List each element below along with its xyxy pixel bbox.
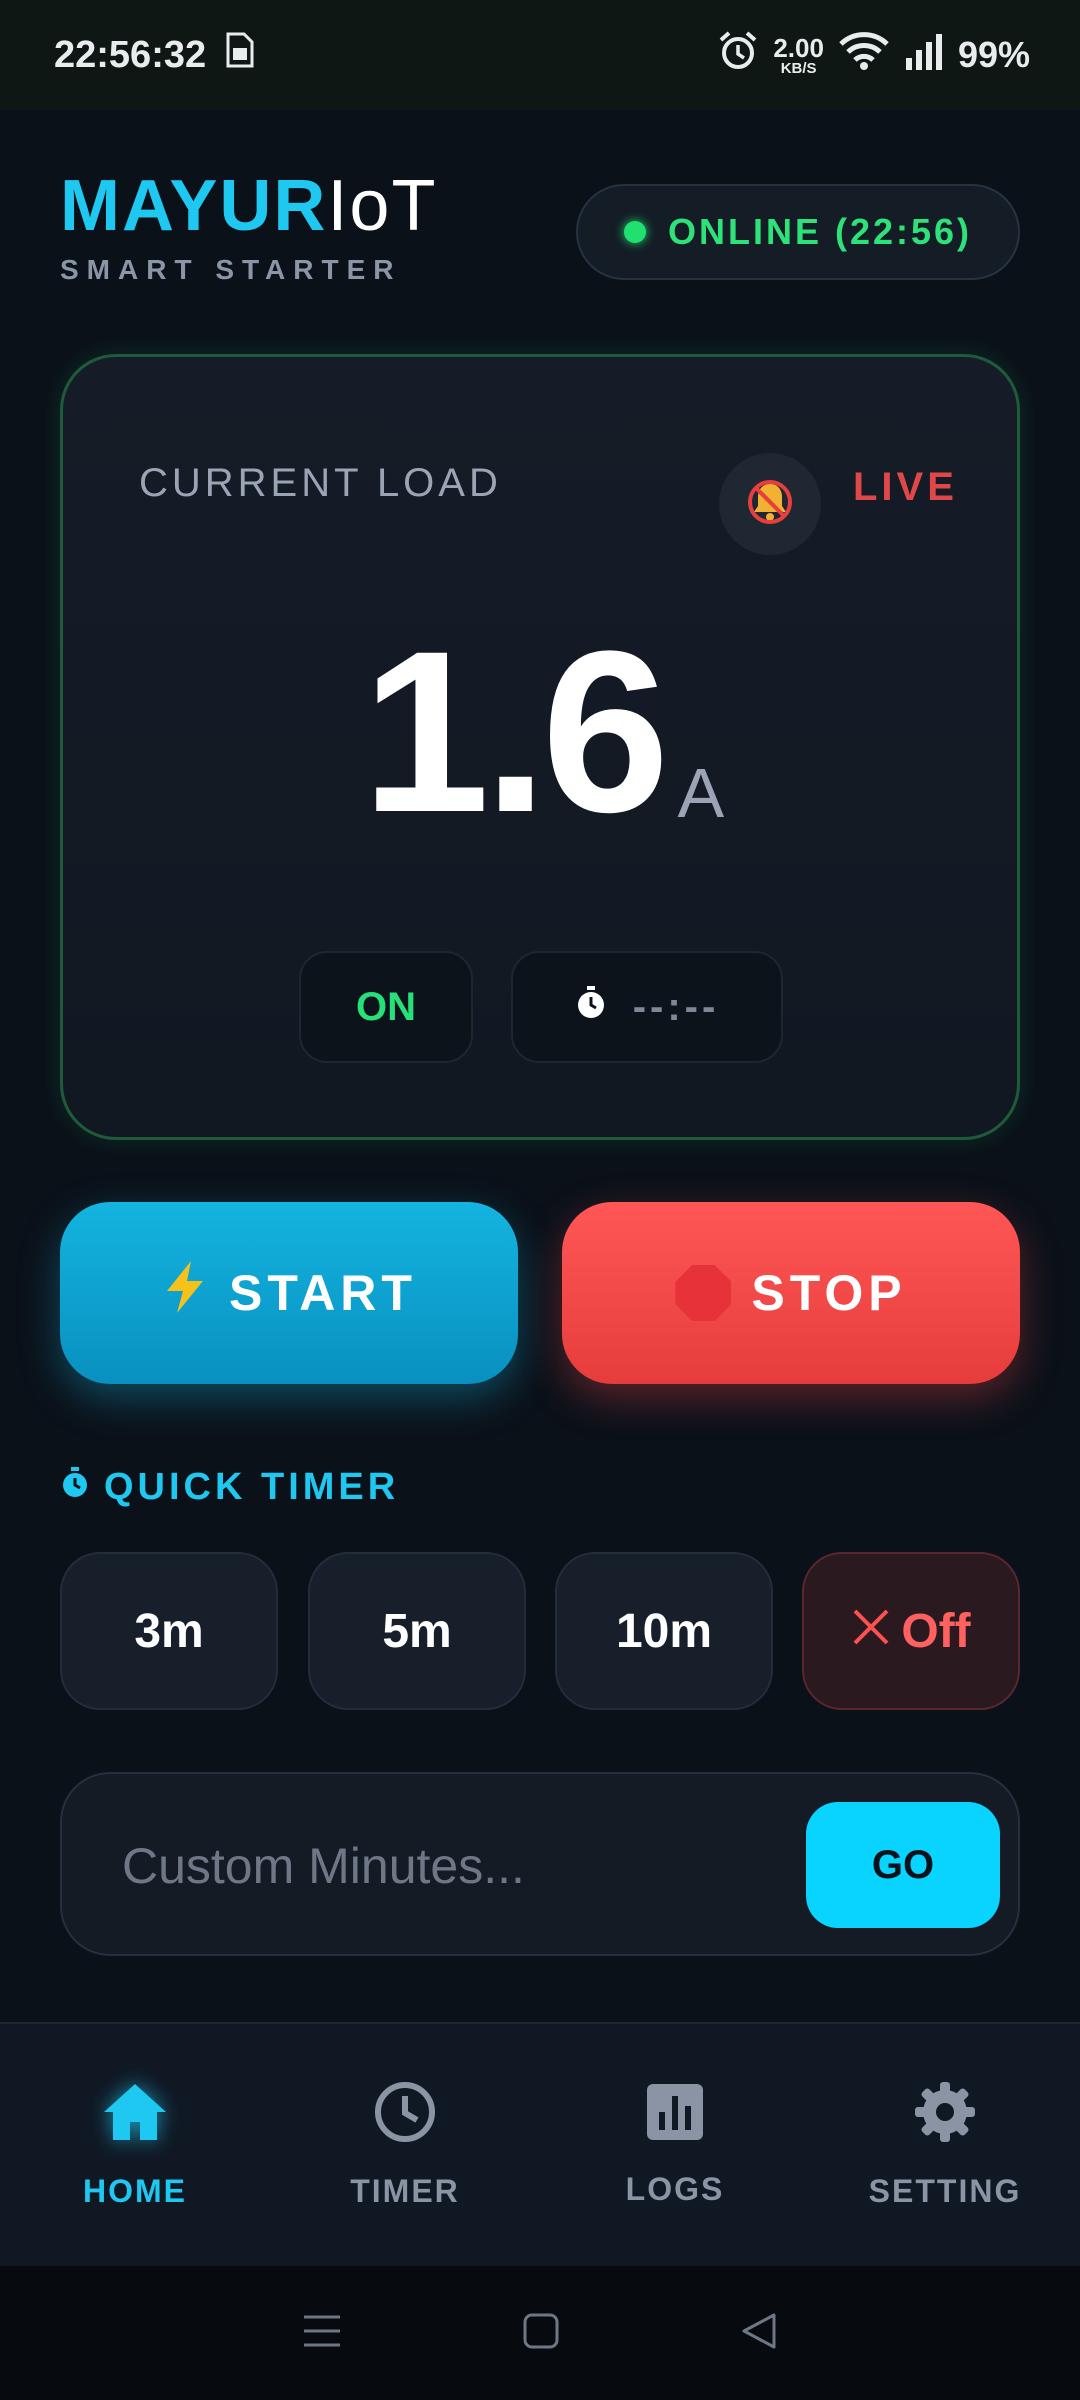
home-icon: [100, 2080, 170, 2149]
current-value: 1.6: [361, 603, 670, 860]
menu-icon[interactable]: [302, 2313, 342, 2354]
signal-icon: [904, 32, 944, 79]
nav-item-setting[interactable]: SETTING: [820, 2080, 1070, 2210]
lightning-icon: [161, 1259, 209, 1327]
online-indicator-dot: [623, 221, 646, 243]
net-speed-value: 2.00: [773, 32, 824, 63]
brand: MAYURIoT SMART STARTER: [60, 170, 437, 286]
start-button[interactable]: START: [60, 1202, 518, 1384]
nav-label-setting: SETTING: [868, 2173, 1022, 2209]
status-bar: 22:56:32 2.00 KB/S 99%: [0, 0, 1080, 110]
alarm-mute-button[interactable]: [719, 453, 821, 555]
start-label: START: [229, 1265, 417, 1321]
brand-name-primary: MAYUR: [60, 166, 328, 246]
nav-item-home[interactable]: HOME: [10, 2080, 260, 2210]
close-icon: [851, 1604, 891, 1659]
quick-timer-off-label: Off: [901, 1604, 971, 1658]
quick-timer-5m-button[interactable]: 5m: [308, 1552, 526, 1710]
net-speed-unit: KB/S: [780, 59, 817, 77]
custom-minutes-input[interactable]: [122, 1824, 802, 1908]
motor-state-badge: ON: [299, 951, 473, 1063]
gear-icon: [913, 2080, 977, 2149]
bell-off-icon: [746, 478, 794, 531]
nav-label-logs: LOGS: [625, 2171, 725, 2207]
chart-icon: [645, 2082, 705, 2147]
stopwatch-icon: [575, 985, 607, 1030]
bottom-nav: HOME TIMER LOGS SETTING: [0, 2022, 1080, 2266]
stop-label: STOP: [751, 1265, 907, 1321]
current-load-card: CURRENT LOAD LIVE 1.6 A ON --:--: [60, 354, 1020, 1140]
nav-item-logs[interactable]: LOGS: [550, 2082, 800, 2208]
current-reading: 1.6 A: [63, 617, 1023, 847]
brand-name-secondary: IoT: [327, 166, 438, 246]
quick-timer-heading: QUICK TIMER: [60, 1466, 399, 1509]
live-label: LIVE: [853, 465, 958, 509]
wifi-icon: [838, 31, 890, 80]
custom-minutes-field: GO: [60, 1772, 1020, 1956]
home-square-icon[interactable]: [522, 2312, 560, 2355]
nav-item-timer[interactable]: TIMER: [280, 2080, 530, 2210]
nav-label-timer: TIMER: [350, 2173, 460, 2209]
timer-display: --:--: [511, 951, 783, 1063]
quick-timer-title: QUICK TIMER: [104, 1466, 400, 1508]
stopwatch-icon: [60, 1466, 90, 1509]
battery-level: 99%: [957, 34, 1030, 75]
online-status-text: ONLINE (22:56): [667, 211, 973, 252]
stop-sign-icon: [675, 1265, 732, 1321]
clock-icon: [373, 2080, 437, 2149]
stop-button[interactable]: STOP: [562, 1202, 1020, 1384]
net-speed: 2.00 KB/S: [773, 35, 824, 76]
app-header: MAYURIoT SMART STARTER ONLINE (22:56): [60, 170, 1020, 290]
system-nav-bar: [0, 2266, 1080, 2400]
alarm-icon: [717, 30, 759, 81]
status-time: 22:56:32: [54, 33, 207, 76]
current-unit: A: [677, 754, 725, 832]
current-load-label: CURRENT LOAD: [139, 461, 502, 505]
quick-timer-off-button[interactable]: Off: [802, 1552, 1020, 1710]
brand-title: MAYURIoT: [60, 170, 437, 242]
online-status-badge: ONLINE (22:56): [576, 184, 1020, 280]
sim-card-icon: [222, 32, 256, 78]
go-button[interactable]: GO: [806, 1802, 1000, 1928]
quick-timer-3m-button[interactable]: 3m: [60, 1552, 278, 1710]
brand-subtitle: SMART STARTER: [60, 254, 402, 285]
timer-value: --:--: [632, 984, 720, 1029]
quick-timer-10m-button[interactable]: 10m: [555, 1552, 773, 1710]
nav-label-home: HOME: [83, 2173, 187, 2209]
back-icon[interactable]: [740, 2311, 778, 2356]
